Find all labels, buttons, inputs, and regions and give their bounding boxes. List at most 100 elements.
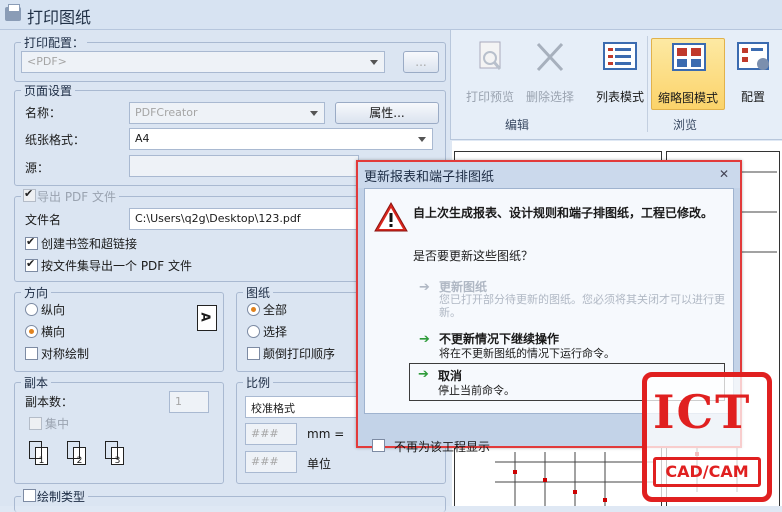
export-pdf-label: 导出 PDF 文件 bbox=[37, 190, 117, 204]
collate-checkbox[interactable] bbox=[29, 417, 42, 430]
portrait-label: 纵向 bbox=[41, 303, 66, 317]
print-config-select[interactable]: <PDF> bbox=[21, 51, 385, 73]
select-drawings-radio[interactable] bbox=[247, 325, 260, 338]
orientation-legend: 方向 bbox=[21, 284, 52, 301]
filename-input[interactable]: C:\Users\q2g\Desktop\123.pdf bbox=[129, 208, 359, 230]
list-mode-button[interactable]: 列表模式 bbox=[585, 38, 655, 110]
landscape-label: 横向 bbox=[41, 325, 66, 339]
warning-icon bbox=[374, 202, 408, 232]
scale-field-1[interactable]: ### bbox=[245, 423, 297, 445]
collate-page-back bbox=[29, 441, 42, 459]
draw-type-legend: 绘制类型 bbox=[21, 488, 89, 505]
portrait-radio[interactable] bbox=[25, 303, 38, 316]
thumbnail-mode-button[interactable]: 缩略图模式 bbox=[651, 38, 725, 110]
arrow-right-icon: ➔ bbox=[418, 367, 429, 382]
printer-value: PDFCreator bbox=[135, 106, 198, 119]
option-description: 将在不更新图纸的情况下运行命令。 bbox=[439, 347, 615, 360]
config-button[interactable]: 配置 bbox=[723, 38, 782, 110]
draw-type-checkbox[interactable] bbox=[23, 489, 36, 502]
orientation-group: 方向 纵向 横向 对称绘制 A bbox=[14, 284, 224, 372]
dialog-message: 自上次生成报表、设计规则和端子排图纸，工程已修改。 bbox=[413, 206, 714, 220]
copies-count-input[interactable]: 1 bbox=[169, 391, 209, 413]
dialog-title: 更新报表和端子排图纸 bbox=[364, 170, 495, 185]
config-label: 配置 bbox=[740, 90, 765, 104]
option-description: 您已打开部分待更新的图纸。您必须将其关闭才可以进行更新。 bbox=[439, 293, 725, 319]
continue-without-update-option[interactable]: ➔ 不更新情况下继续操作 将在不更新图纸的情况下运行命令。 bbox=[413, 329, 733, 367]
dont-show-checkbox[interactable] bbox=[372, 439, 385, 452]
name-label: 名称： bbox=[25, 106, 62, 120]
export-pdf-checkbox[interactable] bbox=[23, 187, 36, 202]
thumbnail-mode-icon bbox=[672, 43, 706, 71]
print-preview-icon bbox=[479, 41, 502, 70]
reverse-order-label: 颠倒打印顺序 bbox=[263, 347, 336, 361]
ict-watermark-logo: ICT CAD/CAM bbox=[642, 372, 772, 502]
properties-button[interactable]: 属性... bbox=[335, 102, 439, 124]
window-title: 打印图纸 bbox=[27, 8, 92, 27]
print-config-legend: 打印配置： bbox=[21, 34, 88, 51]
ribbon-divider bbox=[647, 36, 648, 132]
delete-selection-label: 删除选择 bbox=[525, 90, 574, 104]
source-label: 源： bbox=[25, 161, 50, 175]
copies-group: 副本 副本数： 1 集中 1 2 3 bbox=[14, 374, 224, 484]
landscape-radio[interactable] bbox=[25, 325, 38, 338]
copies-count-label: 副本数： bbox=[25, 395, 74, 409]
all-drawings-radio[interactable] bbox=[247, 303, 260, 316]
scale-legend: 比例 bbox=[243, 374, 274, 391]
update-drawings-option[interactable]: ➔ 更新图纸 您已打开部分待更新的图纸。您必须将其关闭才可以进行更新。 bbox=[413, 277, 733, 319]
page-setup-legend: 页面设置 bbox=[21, 82, 76, 99]
dialog-title-bar: 更新报表和端子排图纸 ✕ bbox=[358, 162, 740, 188]
chevron-down-icon bbox=[418, 137, 426, 142]
watermark-big-text: ICT bbox=[653, 385, 752, 439]
delete-selection-button[interactable]: 删除选择 bbox=[515, 38, 585, 110]
collate-label: 集中 bbox=[45, 417, 70, 431]
collate-page-back bbox=[105, 441, 118, 459]
select-drawings-label: 选择 bbox=[263, 325, 288, 339]
arrow-right-icon: ➔ bbox=[419, 332, 430, 347]
paper-format-value: A4 bbox=[135, 132, 150, 145]
ribbon: 打印预览 删除选择 列表模式 缩略图模式 配置 编辑 浏览 bbox=[450, 30, 782, 140]
symmetric-label: 对称绘制 bbox=[41, 347, 90, 361]
print-config-value: <PDF> bbox=[27, 55, 67, 68]
per-fileset-checkbox[interactable] bbox=[25, 257, 38, 272]
title-bar: 打印图纸 bbox=[0, 0, 782, 30]
arrow-right-icon: ➔ bbox=[419, 280, 430, 295]
dont-show-label: 不再为该工程显示 bbox=[394, 440, 491, 454]
draw-type-label: 绘制类型 bbox=[37, 490, 86, 504]
bookmarks-label: 创建书签和超链接 bbox=[41, 237, 138, 251]
dialog-question: 是否要更新这些图纸？ bbox=[413, 249, 534, 263]
chevron-down-icon bbox=[370, 60, 378, 65]
browse-config-button[interactable]: ... bbox=[403, 51, 439, 73]
edit-group-label: 编辑 bbox=[505, 118, 530, 132]
chevron-down-icon bbox=[310, 111, 318, 116]
scale-field-2[interactable]: ### bbox=[245, 451, 297, 473]
reverse-order-checkbox[interactable] bbox=[247, 347, 260, 360]
printer-select[interactable]: PDFCreator bbox=[129, 102, 325, 124]
list-mode-icon bbox=[603, 42, 637, 70]
paper-format-select[interactable]: A4 bbox=[129, 128, 433, 150]
filename-label: 文件名 bbox=[25, 213, 62, 227]
pdf-export-legend: 导出 PDF 文件 bbox=[21, 187, 120, 205]
list-mode-label: 列表模式 bbox=[595, 90, 644, 104]
orientation-letter: A bbox=[198, 312, 213, 322]
delete-selection-icon bbox=[536, 42, 564, 72]
browse-group-label: 浏览 bbox=[673, 118, 698, 132]
collate-page-back bbox=[67, 441, 80, 459]
printer-icon bbox=[5, 4, 21, 21]
option-description: 停止当前命令。 bbox=[438, 384, 515, 397]
thumbnail-mode-label: 缩略图模式 bbox=[657, 91, 718, 105]
all-drawings-label: 全部 bbox=[263, 303, 288, 317]
orientation-preview-icon: A bbox=[197, 305, 217, 331]
watermark-small-text: CAD/CAM bbox=[653, 457, 761, 487]
drawings-legend: 图纸 bbox=[243, 284, 274, 301]
mm-label: mm = bbox=[307, 427, 345, 441]
symmetric-checkbox[interactable] bbox=[25, 347, 38, 360]
bookmarks-checkbox[interactable] bbox=[25, 235, 38, 250]
close-icon[interactable]: ✕ bbox=[716, 167, 732, 181]
collate-preview: 1 2 3 bbox=[27, 437, 137, 471]
unit-label: 单位 bbox=[307, 457, 332, 471]
copies-legend: 副本 bbox=[21, 374, 52, 391]
paper-format-label: 纸张格式： bbox=[25, 133, 86, 147]
print-config-group: 打印配置： <PDF> ... bbox=[14, 34, 446, 82]
config-icon bbox=[737, 42, 769, 70]
source-select[interactable] bbox=[129, 155, 359, 177]
